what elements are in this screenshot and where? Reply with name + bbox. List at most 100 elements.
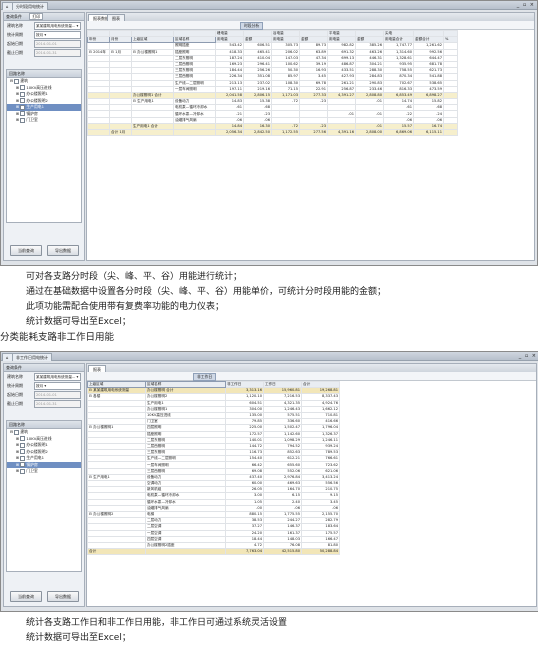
filter-label: 建筑名称 [7,374,23,379]
checkbox[interactable] [14,429,20,435]
filter-label: 统计周期 [7,383,23,388]
time-of-use-table: 峰电量 谷电量 平电量 尖电 年份 月份 上级区域 区域名称 用电量 金额 用电量 金额 用电量 金额 用电… [87,30,458,137]
home-tab[interactable]: ⌂ [2,353,13,361]
checkbox[interactable] [20,455,26,461]
time-of-use-statistics-window: ⌂ 分时段用电统计 _ ▫ × 查询条件 打印 建筑名称 某某建筑用电系统测量..… [0,0,538,266]
window-tab[interactable]: 分时段用电统计 [12,2,48,10]
building-select[interactable]: 某某建筑用电系统测量... ▾ [34,373,81,381]
checkbox[interactable] [20,462,26,467]
checkbox[interactable] [20,442,26,448]
table-cell: 2,842.50 [243,128,272,137]
checkbox[interactable] [20,111,26,116]
export-button[interactable]: 导出数据 [47,245,79,256]
filter-row: 起始日期 2014-01-01 [4,390,84,399]
table-cell: 6,115.11 [413,128,444,137]
table-cell: 1,172.55 [271,128,300,137]
window-controls[interactable]: _ ▫ × [519,353,537,359]
window-controls[interactable]: _ ▫ × [517,2,535,8]
filter-panel: 查询条件 建筑名称 某某建筑用电系统测量... ▾ 统计周期 按月 ▾ 起始日期 2014… [3,363,85,607]
tree-item[interactable]: ⊞ 门卫室 [7,468,81,475]
non-workday-table: 上级区域 区域名称 非工作日 工作日 合计 ⊟ 某某建筑用电系统测量 办公楼照明 合计 3,3… [87,381,340,556]
tree-item-label: 10KV高压进线 [26,435,52,441]
caption-line: 此项功能需配合使用带有复费率功能的电力仪表； [26,302,225,312]
period-select[interactable]: 按月 ▾ [34,31,81,39]
date-field[interactable]: 2014-01-01 [34,40,81,48]
table-cell: 6,869.06 [383,128,414,137]
checkbox[interactable] [20,104,26,110]
filter-row: 建筑名称 某某建筑用电系统测量... ▾ [4,21,84,30]
report-grid: 峰电量 谷电量 平电量 尖电 年份 月份 上级区域 区域名称 用电量 金额 用电量 金额 用电量 金额 用电… [87,30,534,260]
circuit-tree: 回路名称 ⊟ 建筑 ⊞ 10KV高压进线 ⊞ 办公楼照明1 ⊞ 办公楼照明2 ⊞ 生产用… [6,69,82,223]
checkbox[interactable] [20,449,26,454]
export-button[interactable]: 导出数据 [47,591,79,602]
window-titlebar: ⌂ 分时段用电统计 _ ▫ × [1,1,537,10]
report-panel: 报表数据 图表 时段分析 峰电量 谷电量 平电量 尖电 年份 月份 上级区域 区域名称 用电量金… [86,12,535,261]
filter-label: 建筑名称 [7,23,23,28]
date-field[interactable]: 2014-01-31 [34,400,81,408]
report-panel: 报表 非工作日 上级区域 区域名称 非工作日 工作日 合计 ⊟ 某某建筑用电系统测量 办公楼… [86,363,537,607]
table-cell: 2,808.00 [355,128,384,137]
date-field[interactable]: 2014-01-01 [34,391,81,399]
home-tab[interactable]: ⌂ [2,2,13,10]
period-select[interactable]: 按月 ▾ [34,382,81,390]
checkbox[interactable] [20,98,26,103]
table-cell [131,128,174,137]
filter-header: 查询条件 [4,364,84,372]
filter-label: 截止日期 [7,50,23,55]
filter-header-label: 查询条件 [6,14,22,19]
window-tab[interactable]: 非工作日用电统计 [12,353,52,361]
filter-panel: 查询条件 打印 建筑名称 某某建筑用电系统测量... ▾ 统计周期 按月 ▾ 起始日期 2… [3,12,85,261]
filter-row: 起始日期 2014-01-01 [4,39,84,48]
total-row: 合计 1月 2,056.34 2,842.50 1,172.55 277.56 4,391… [87,128,458,137]
date-field[interactable]: 2014-01-31 [34,49,81,57]
filter-label: 起始日期 [7,41,23,46]
table-cell: 42,515.80 [263,548,302,556]
table-cell [173,128,216,137]
checkbox[interactable] [20,436,26,441]
table-cell [145,548,226,556]
query-button[interactable]: 当前查询 [10,245,42,256]
filter-row: 截止日期 2014-01-31 [4,48,84,57]
total-row: 合计 7,763.04 42,515.80 50,288.84 [87,548,340,556]
table-cell: 合计 [87,548,146,556]
grid-group-pill[interactable]: 时段分析 [240,22,264,30]
checkbox[interactable] [20,85,26,90]
checkbox[interactable] [14,78,20,84]
table-cell: 4,391.16 [327,128,356,137]
print-button[interactable]: 打印 [29,13,44,20]
grid-toolbar: 时段分析 [87,21,534,30]
table-cell: 合计 1月 [109,128,132,137]
tree-item-label: 门卫室 [26,468,38,473]
table-cell: 7,763.04 [225,548,264,556]
tree-header: 回路名称 [7,70,81,78]
tree-item-label: 办公楼照明1 [26,91,48,96]
checkbox[interactable] [20,468,26,474]
building-select[interactable]: 某某建筑用电系统测量... ▾ [34,22,81,30]
tree-item[interactable]: ⊞ 门卫室 [7,117,81,124]
filter-label: 截止日期 [7,401,23,406]
filter-label: 起始日期 [7,392,23,397]
tree-item-label: 办公楼照明1 [26,442,48,447]
header-row: 年份 月份 上级区域 区域名称 用电量 金额 用电量 金额 用电量 金额 用电量合计 金额合计% [87,36,458,44]
tree-item-label: 10KV高压进线 [26,84,52,90]
grid-group-pill[interactable]: 非工作日 [193,373,217,381]
tree-item-label: 门卫室 [26,117,38,122]
filter-label: 统计周期 [7,32,23,37]
non-workday-statistics-window: ⌂ 非工作日用电统计 _ ▫ × 查询条件 建筑名称 某某建筑用电系统测量... … [0,351,538,612]
table-cell [87,128,110,137]
grid-toolbar: 非工作日 [87,372,536,381]
caption-line: 通过在基础数据中设置各分时段（尖、峰、平、谷）用能单价，可统计分时段用能的金额； [26,287,387,297]
caption-line: 统计各支路工作日和非工作日用能，非工作日可通过系统灵活设置 [26,618,288,628]
table-cell [443,128,458,137]
window-titlebar: ⌂ 非工作日用电统计 _ ▫ × [1,352,538,361]
tree-item-label: 生产用电1 [26,455,44,460]
checkbox[interactable] [20,91,26,97]
tree-item-label: 生产用电1 [26,104,44,109]
tree-item-label: 办公楼照明2 [26,97,48,103]
table-cell: 50,288.84 [301,548,340,556]
query-button[interactable]: 当前查询 [10,591,42,602]
filter-row: 统计周期 按月 ▾ [4,381,84,390]
checkbox[interactable] [20,117,26,123]
tree-item-label: 锅炉房 [26,110,38,116]
filter-row: 截止日期 2014-01-31 [4,399,84,408]
